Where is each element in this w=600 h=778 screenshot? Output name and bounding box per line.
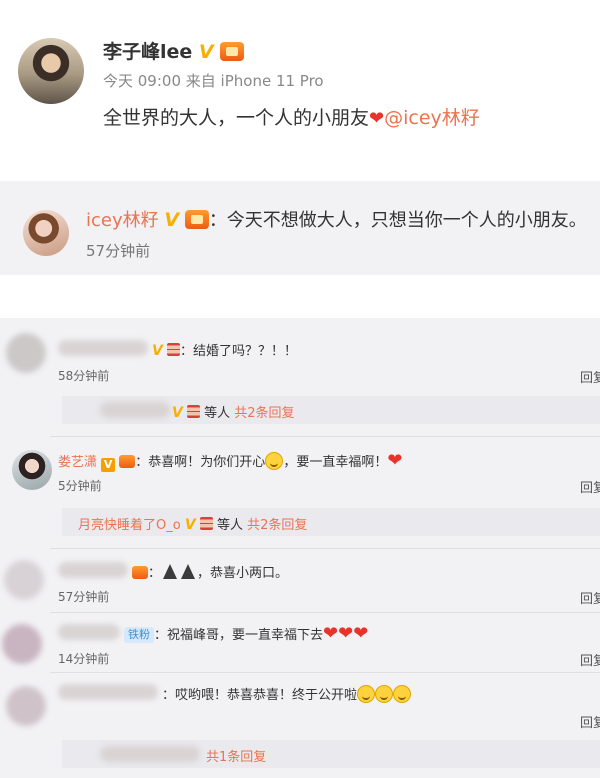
heart-icon: ❤ — [369, 108, 385, 129]
post-mention-link[interactable]: @icey林籽 — [384, 107, 480, 129]
heart-icon: ❤❤❤ — [323, 623, 369, 644]
sub-replies-count[interactable]: 共2条回复 — [234, 406, 294, 421]
post-time: 今天 09:00 — [103, 72, 181, 90]
divider — [50, 672, 600, 673]
divider — [50, 548, 600, 549]
comment-line: 娄艺潇 V ：恭喜啊！为你们开心 ，要一直幸福啊！❤ — [58, 450, 402, 472]
comment-author-name[interactable] — [58, 562, 128, 578]
verified-v-icon: V — [101, 458, 116, 472]
post-source: 来自 iPhone 11 Pro — [185, 72, 324, 90]
sub-reply-author[interactable] — [100, 402, 170, 418]
repost-text: ：今天不想做大人，只想当你一个人的小朋友。 — [208, 210, 587, 231]
verified-v-icon: V — [172, 405, 183, 421]
comment-avatar[interactable] — [12, 450, 52, 490]
sub-replies-summary[interactable]: V 等人 共2条回复 — [172, 402, 295, 421]
sub-replies-summary[interactable]: 月亮快睡着了O_o V 等人 共2条回复 — [78, 514, 307, 533]
repost-time: 57分钟前 — [86, 242, 151, 260]
comment-time: 57分钟前 — [58, 590, 110, 604]
sub-replies-summary[interactable]: 共1条回复 — [206, 746, 266, 765]
party-popper-icon — [181, 564, 196, 579]
heart-icon: ❤ — [387, 450, 403, 471]
repost-line: icey林籽 V ：今天不想做大人，只想当你一个人的小朋友。 — [86, 206, 587, 232]
verified-v-icon: V — [152, 343, 163, 359]
comment-avatar[interactable] — [6, 686, 46, 726]
verified-v-icon: V — [184, 517, 196, 533]
vip-member-icon — [132, 566, 148, 579]
repost-avatar[interactable] — [23, 210, 69, 256]
post-meta: 今天 09:00 来自 iPhone 11 Pro — [103, 70, 324, 91]
hourglass-icon — [199, 517, 213, 530]
comment-line: V ：结婚了吗？？！！ — [152, 340, 297, 359]
fan-level-badge: 铁粉 — [124, 627, 154, 643]
repost-author-name[interactable]: icey林籽 — [86, 210, 159, 231]
reply-button[interactable]: 回复 — [580, 367, 600, 386]
sub-reply-author[interactable]: 月亮快睡着了O_o — [78, 518, 181, 533]
comment-time: 58分钟前 — [58, 369, 110, 383]
divider — [50, 612, 600, 613]
vip-member-icon — [220, 42, 245, 61]
sub-reply-author[interactable] — [100, 746, 200, 762]
comment-text: ：恭喜啊！为你们开心 — [135, 455, 266, 470]
comment-text: ，恭喜小两口。 — [197, 566, 289, 581]
smile-emoji-icon — [393, 685, 412, 703]
comment-line: 铁粉 ：祝福峰哥，要一直幸福下去❤❤❤ — [124, 623, 368, 644]
post-text: 全世界的大人，一个人的小朋友❤@icey林籽 — [103, 103, 480, 130]
vip-member-icon — [184, 210, 209, 229]
hourglass-icon — [166, 343, 180, 356]
sub-replies-prefix: 等人 — [204, 406, 231, 421]
reply-button[interactable]: 回复 — [580, 588, 600, 607]
comment-avatar[interactable] — [4, 560, 44, 600]
post-author-row: 李子峰lee V — [103, 37, 245, 64]
sub-replies-count[interactable]: 共1条回复 — [206, 750, 266, 765]
verified-v-icon: V — [198, 41, 214, 63]
reply-button[interactable]: 回复 — [580, 712, 600, 731]
sub-replies-count[interactable]: 共2条回复 — [247, 518, 307, 533]
comment-author-name[interactable] — [58, 340, 148, 356]
reply-button[interactable]: 回复 — [580, 650, 600, 669]
comment-text: 祝福峰哥，要一直幸福下去 — [167, 628, 324, 643]
party-popper-icon — [163, 564, 178, 579]
smile-emoji-icon — [357, 685, 376, 703]
reply-button[interactable]: 回复 — [580, 477, 600, 496]
author-avatar[interactable] — [18, 38, 84, 104]
post-author-name[interactable]: 李子峰lee — [103, 41, 192, 63]
smile-emoji-icon — [265, 452, 284, 470]
hourglass-icon — [186, 405, 200, 418]
vip-member-icon — [119, 455, 136, 468]
divider — [50, 436, 600, 437]
comment-time: 5分钟前 — [58, 479, 102, 493]
post-body: 全世界的大人，一个人的小朋友 — [103, 107, 370, 129]
comment-time: 14分钟前 — [58, 652, 110, 666]
comment-author-name[interactable] — [58, 684, 158, 700]
comment-text-cont: ，要一直幸福啊！ — [283, 455, 388, 470]
comment-author-name[interactable] — [58, 624, 120, 640]
comment-author-name[interactable]: 娄艺潇 — [58, 455, 97, 470]
comment-text: ：结婚了吗？？！！ — [179, 344, 297, 359]
comment-avatar[interactable] — [2, 624, 42, 664]
verified-v-icon: V — [164, 209, 180, 231]
sub-replies-prefix: 等人 — [216, 518, 243, 533]
comment-text: 哎哟喂！恭喜恭喜！终于公开啦 — [175, 688, 358, 703]
smile-emoji-icon — [375, 685, 394, 703]
comment-avatar[interactable] — [6, 333, 46, 373]
comment-line: ：，恭喜小两口。 — [132, 562, 288, 581]
comment-line: ：哎哟喂！恭喜恭喜！终于公开啦 — [162, 684, 412, 703]
